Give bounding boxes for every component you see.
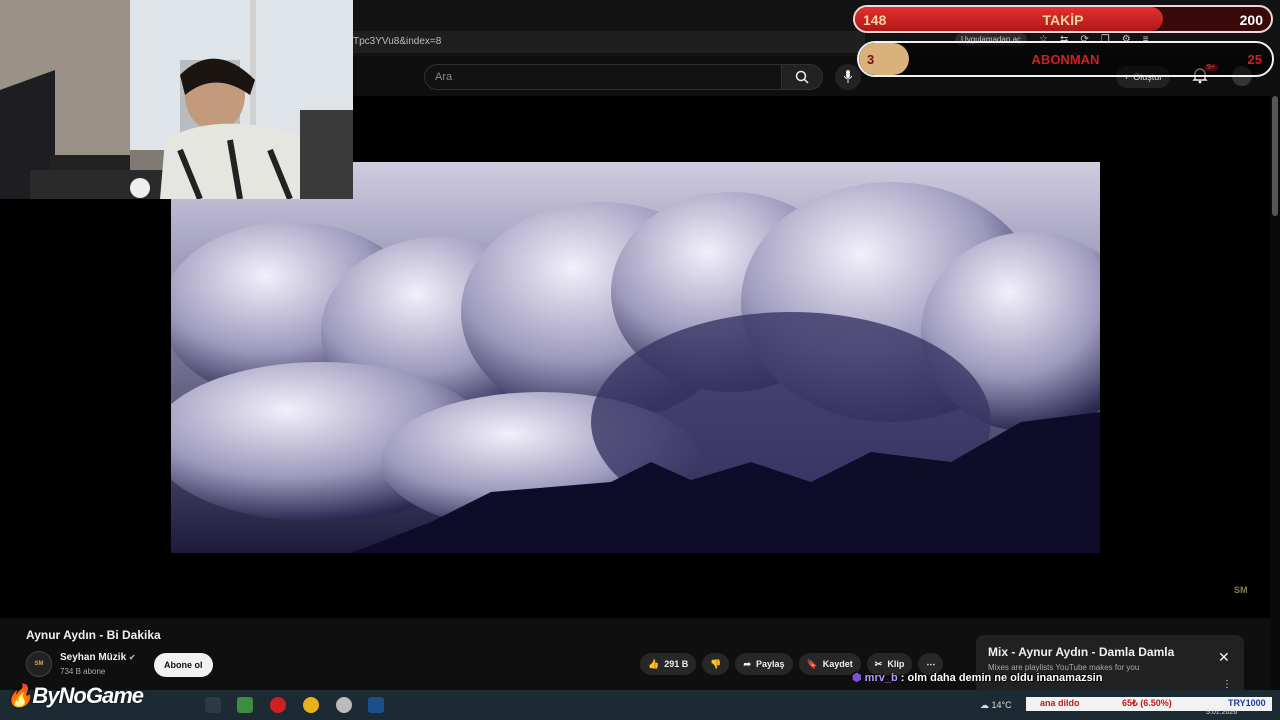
ticker-pair: TRY1000 xyxy=(1228,698,1266,708)
taskbar-date: 5.01.2026 xyxy=(1206,709,1238,716)
address-bar[interactable]: Tpc3YVu8&index=8 xyxy=(345,31,865,53)
thumbs-up-icon: 👍 xyxy=(648,658,660,669)
screen: Tpc3YVu8&index=8 Uygulamadan aç ☆ ⇆ ⟳ ❐ … xyxy=(0,0,1280,720)
mix-title[interactable]: Mix - Aynur Aydın - Damla Damla xyxy=(988,645,1174,659)
close-icon[interactable]: ✕ xyxy=(1218,649,1230,666)
subscribe-button[interactable]: Abone ol xyxy=(154,653,213,677)
browser-taskbar-icon[interactable] xyxy=(303,697,319,713)
chat-username: mrv_b xyxy=(864,672,898,684)
like-button[interactable]: 👍 291 B xyxy=(640,653,697,675)
thumbs-down-icon: 👎 xyxy=(710,658,722,669)
kebab-menu-icon[interactable]: ⋮ xyxy=(1222,679,1232,690)
scissors-icon: ✂ xyxy=(874,658,883,669)
save-label: Kaydet xyxy=(822,659,853,669)
subscriber-label: ABONMAN xyxy=(1031,52,1100,67)
ticker-change: 65₺ (6.50%) xyxy=(1122,698,1172,708)
video-frame[interactable] xyxy=(171,162,1100,553)
logo-text: ByNoGame xyxy=(32,683,144,708)
subscriber-goal-bar: 3 ABONMAN 25 xyxy=(857,41,1274,77)
clip-label: Klip xyxy=(887,659,905,669)
cloud-icon: ☁ xyxy=(980,700,989,710)
ticker-text: ana dildo xyxy=(1040,698,1080,708)
steam-taskbar-icon[interactable] xyxy=(368,697,384,713)
subscriber-goal: 25 xyxy=(1247,52,1262,67)
search-button[interactable] xyxy=(781,64,823,90)
flame-icon: 🔥 xyxy=(6,683,33,708)
chat-text: : olm daha demin ne oldu inanamazsin xyxy=(900,672,1103,684)
follow-goal-bar: 148 TAKİP 200 xyxy=(853,5,1273,33)
temperature: 14°C xyxy=(991,700,1012,710)
bynogame-logo: 🔥ByNoGame xyxy=(6,683,144,709)
channel-name-text[interactable]: Seyhan Müzik xyxy=(60,652,126,663)
obs-taskbar-icon[interactable] xyxy=(336,697,352,713)
search-icon xyxy=(795,70,809,84)
page-scrollbar[interactable] xyxy=(1272,96,1278,216)
share-label: Paylaş xyxy=(756,659,785,669)
clouds-image xyxy=(171,162,1100,553)
like-count: 291 B xyxy=(664,659,689,669)
channel-avatar[interactable]: SM xyxy=(26,651,52,677)
chrome-taskbar-icon[interactable] xyxy=(205,697,221,713)
webcam-image xyxy=(0,0,353,199)
store-taskbar-icon[interactable] xyxy=(237,697,253,713)
follow-goal: 200 xyxy=(1239,12,1263,28)
weather-widget[interactable]: ☁ 14°C xyxy=(980,700,1012,711)
channel-watermark: SM xyxy=(1234,585,1248,595)
video-title: Aynur Aydın - Bi Dakika xyxy=(26,628,161,642)
follow-label: TAKİP xyxy=(1042,12,1084,28)
verified-icon: ✔ xyxy=(128,653,136,662)
more-icon: ⋯ xyxy=(926,658,936,669)
bookmark-icon: 🔖 xyxy=(806,658,818,669)
channel-name[interactable]: Seyhan Müzik ✔ xyxy=(60,652,136,663)
opera-taskbar-icon[interactable] xyxy=(270,697,286,713)
search-input[interactable]: Ara xyxy=(424,64,782,90)
mix-playlist-card[interactable]: Mix - Aynur Aydın - Damla Damla Mixes ar… xyxy=(976,635,1244,695)
dislike-button[interactable]: 👎 xyxy=(702,653,730,675)
share-button[interactable]: ➦ Paylaş xyxy=(735,653,793,675)
chat-message: ⬢ mrv_b : olm daha demin ne oldu inanama… xyxy=(852,671,1102,684)
voice-search-button[interactable] xyxy=(835,64,861,90)
microphone-icon xyxy=(843,70,853,83)
share-icon: ➦ xyxy=(743,658,752,669)
chat-user-icon: ⬢ xyxy=(852,672,862,684)
subscriber-count: 734 B abone xyxy=(60,667,106,676)
webcam-overlay xyxy=(0,0,353,199)
